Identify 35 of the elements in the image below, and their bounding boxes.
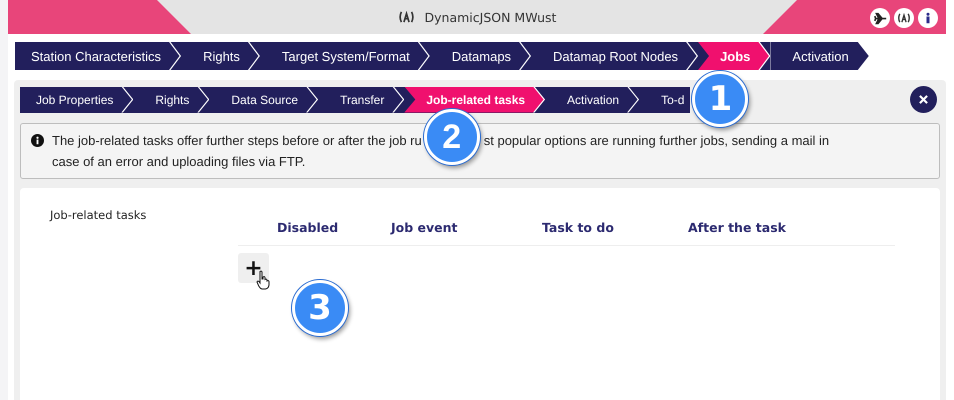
column-header: Task to do xyxy=(542,220,615,235)
tab[interactable]: Datamaps xyxy=(430,42,532,70)
step-badge: 2 xyxy=(424,109,480,165)
tab[interactable]: Jobs xyxy=(698,42,770,70)
tab[interactable]: Activation xyxy=(545,86,640,112)
tab[interactable]: Transfer xyxy=(318,86,404,112)
tab[interactable]: Data Source xyxy=(209,86,318,112)
antenna-icon xyxy=(897,13,911,23)
step-badge: 1 xyxy=(692,70,748,126)
antenna-button[interactable] xyxy=(894,8,914,28)
close-button[interactable] xyxy=(910,86,937,113)
tab[interactable]: Datamap Root Nodes xyxy=(531,42,698,70)
tab[interactable]: Station Characteristics xyxy=(15,42,182,70)
column-header: Disabled xyxy=(277,220,340,235)
plane-icon xyxy=(874,12,886,24)
close-icon xyxy=(919,95,928,104)
tab[interactable]: Rights xyxy=(133,86,210,112)
tab[interactable]: Job Properties xyxy=(20,86,134,112)
info-text: st popular options are running further jobs, sending a mail in xyxy=(484,133,830,148)
info-text: case of an error and uploading files via FTP. xyxy=(52,154,306,169)
add-button[interactable]: + xyxy=(238,253,269,283)
plane-button[interactable] xyxy=(870,8,890,28)
tab[interactable]: Rights xyxy=(181,42,260,70)
tab[interactable]: Job-related tasks xyxy=(404,86,546,112)
antenna-icon xyxy=(398,11,415,23)
info-button[interactable] xyxy=(918,8,938,28)
column-header: After the task xyxy=(688,220,786,235)
tab[interactable]: Target System/Format xyxy=(260,42,430,70)
section-label: Job-related tasks xyxy=(50,208,148,224)
info-icon xyxy=(31,134,44,147)
tab[interactable]: Activation xyxy=(770,42,869,70)
info-text: The job-related tasks offer further steps before or after the job ru xyxy=(52,133,422,148)
window-title: DynamicJSON MWust xyxy=(424,10,556,24)
tab[interactable]: To-d xyxy=(639,86,690,112)
column-header: Job event xyxy=(391,220,459,235)
